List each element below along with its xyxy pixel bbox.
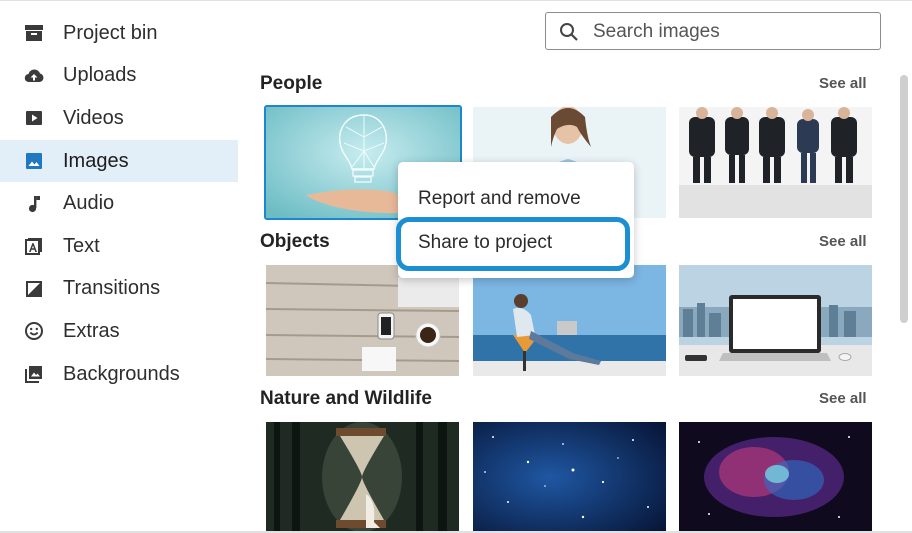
sidebar-item-backgrounds[interactable]: Backgrounds — [0, 353, 238, 396]
search-input[interactable] — [591, 19, 875, 45]
image-thumbnail-laptop-window[interactable] — [679, 265, 872, 376]
video-icon — [24, 108, 44, 128]
sidebar-item-audio[interactable]: Audio — [0, 182, 238, 225]
see-all-objects-link[interactable]: See all — [819, 233, 867, 250]
see-all-people-link[interactable]: See all — [819, 75, 867, 92]
archive-icon — [24, 23, 44, 43]
image-thumbnail-business-people[interactable] — [679, 107, 872, 218]
backgrounds-icon — [24, 364, 44, 384]
sidebar-item-label: Project bin — [63, 21, 158, 44]
see-all-nature-link[interactable]: See all — [819, 390, 867, 407]
sidebar-item-label: Videos — [63, 106, 124, 129]
section-title-objects: Objects — [260, 231, 330, 252]
highlight-ring — [396, 217, 630, 271]
sidebar-item-project-bin[interactable]: Project bin — [0, 12, 238, 55]
sidebar-item-text[interactable]: Text — [0, 225, 238, 268]
image-thumbnail-starfield-blue[interactable] — [473, 422, 666, 533]
image-thumbnail-desk-phone-coffee[interactable] — [266, 265, 459, 376]
sidebar-item-label: Backgrounds — [63, 362, 180, 385]
sidebar: Project bin Uploads Videos Images Audio … — [0, 12, 238, 395]
sidebar-item-label: Transitions — [63, 277, 161, 300]
sidebar-item-label: Images — [63, 149, 129, 172]
sidebar-item-label: Text — [63, 234, 100, 257]
sidebar-item-label: Uploads — [63, 64, 137, 87]
cloud-upload-icon — [24, 66, 44, 86]
sidebar-item-videos[interactable]: Videos — [0, 97, 238, 140]
image-thumbnail-hourglass-forest[interactable] — [266, 422, 459, 533]
sidebar-item-extras[interactable]: Extras — [0, 310, 238, 353]
music-note-icon — [24, 194, 44, 214]
sidebar-item-transitions[interactable]: Transitions — [0, 268, 238, 311]
search-icon — [560, 23, 578, 41]
search-box — [545, 12, 881, 50]
text-icon — [24, 236, 44, 256]
scrollbar-thumb[interactable] — [900, 75, 908, 323]
transition-icon — [24, 279, 44, 299]
smiley-icon — [24, 321, 44, 341]
section-title-people: People — [260, 73, 323, 94]
top-divider — [0, 0, 912, 1]
sidebar-item-label: Extras — [63, 319, 120, 342]
sidebar-item-label: Audio — [63, 192, 115, 215]
section-title-nature-wildlife: Nature and Wildlife — [260, 388, 432, 409]
image-thumbnail-nebula[interactable] — [679, 422, 872, 533]
image-icon — [24, 151, 44, 171]
image-thumbnail-man-laptop-sea[interactable] — [473, 265, 666, 376]
menu-item-report-and-remove[interactable]: Report and remove — [418, 188, 581, 210]
sidebar-item-uploads[interactable]: Uploads — [0, 55, 238, 98]
sidebar-item-images[interactable]: Images — [0, 139, 238, 183]
